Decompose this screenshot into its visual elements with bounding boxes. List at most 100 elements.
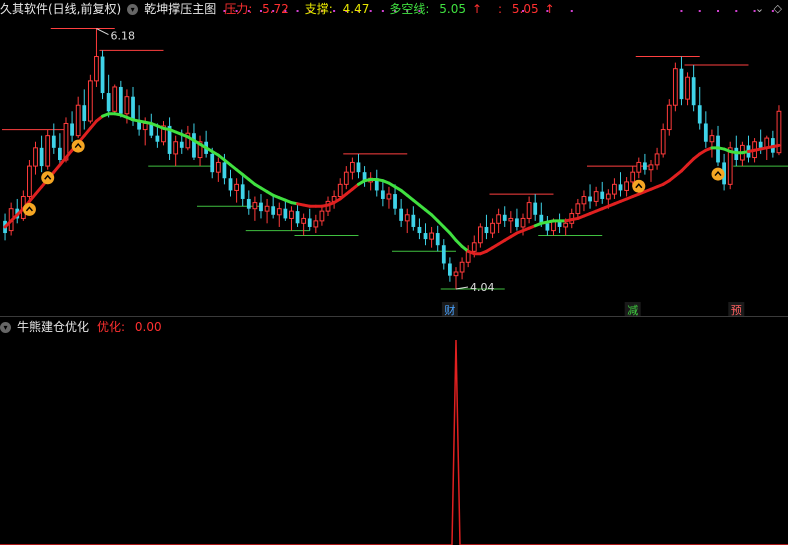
candle-body xyxy=(222,162,227,179)
candle-body xyxy=(691,77,696,106)
chevron-down-icon[interactable]: ▾ xyxy=(0,321,11,333)
diamond-icon[interactable]: ◇ xyxy=(774,2,782,15)
candle-body xyxy=(685,76,690,100)
event-marker: 财 xyxy=(444,303,455,317)
optimize-spike-line xyxy=(0,339,788,545)
candle-body xyxy=(106,93,111,112)
candle-body xyxy=(648,164,654,171)
candle-body xyxy=(630,171,636,183)
candle-body xyxy=(490,222,495,234)
candle-body xyxy=(502,214,507,221)
extra-arrow: ↑ xyxy=(544,2,555,16)
extra-label: : 5.05 ↑ xyxy=(498,0,561,18)
candle-body xyxy=(600,191,605,199)
candle-body xyxy=(477,226,483,244)
candle-body xyxy=(75,104,81,137)
signal-dot xyxy=(735,10,738,12)
candle-body xyxy=(142,122,148,131)
candle-body xyxy=(399,208,404,221)
candle-body xyxy=(417,226,422,234)
longshort-label-text: 多空线: xyxy=(389,2,430,16)
pressure-label: 压力: 5.72 xyxy=(224,0,295,18)
candle-body xyxy=(605,193,611,200)
longshort-label: 多空线: 5.05 ↑ xyxy=(389,0,488,18)
candle-body xyxy=(82,105,87,122)
candle-body xyxy=(758,141,763,148)
sub-indicator-name[interactable]: 牛熊建仓优化 xyxy=(17,318,89,336)
candle-body xyxy=(283,208,288,219)
high-label: 6.18 xyxy=(110,30,135,43)
chevron-down-icon[interactable]: ▾ xyxy=(127,3,139,15)
support-label-text: 支撑: xyxy=(304,2,333,16)
buy-signal-icon xyxy=(71,139,85,153)
candle-body xyxy=(545,223,550,231)
longshort-value: 5.05 xyxy=(439,2,466,16)
indicator-name[interactable]: 乾坤撑压主图 xyxy=(144,0,216,18)
candle-body xyxy=(380,190,385,199)
candle-body xyxy=(173,141,179,155)
candle-body xyxy=(319,210,325,222)
candle-body xyxy=(131,96,135,122)
candle-body xyxy=(666,104,672,131)
candle-body xyxy=(192,133,196,158)
app-title[interactable]: 久其软件(日线,前复权) xyxy=(0,0,121,18)
candle-body xyxy=(33,147,38,167)
candle-body xyxy=(259,202,263,212)
candle-body xyxy=(520,217,526,228)
candle-body xyxy=(179,141,184,148)
candle-body xyxy=(155,135,160,142)
low-label: 4.04 xyxy=(470,281,495,294)
candle-body xyxy=(271,206,276,215)
candle-body xyxy=(654,153,660,166)
candle-body xyxy=(51,135,56,148)
extra-value: 5.05 xyxy=(511,2,539,16)
sub-value-label-text: 优化: xyxy=(97,320,126,334)
candle-body xyxy=(471,242,477,252)
candle-body xyxy=(58,147,62,160)
candle-body xyxy=(343,171,349,185)
signal-dot xyxy=(570,10,573,12)
candle-body xyxy=(350,161,355,173)
candle-body xyxy=(660,129,666,155)
candle-body xyxy=(70,123,74,136)
buy-signal-icon xyxy=(22,202,36,216)
candle-body xyxy=(575,203,581,215)
candle-body xyxy=(441,245,446,264)
candle-body xyxy=(27,165,32,198)
candle-body xyxy=(672,68,678,106)
candle-body xyxy=(215,161,221,173)
candle-body xyxy=(679,68,684,100)
candle-body xyxy=(624,181,629,191)
pressure-label-text: 压力: xyxy=(224,2,253,16)
candle-body xyxy=(337,183,343,198)
candle-body xyxy=(618,184,623,191)
buy-signal-icon xyxy=(632,179,646,193)
candle-body xyxy=(276,208,282,216)
candle-body xyxy=(386,193,392,200)
candle-body xyxy=(246,198,251,209)
candle-body xyxy=(118,86,123,114)
candle-body xyxy=(727,147,733,185)
candle-body xyxy=(581,196,587,205)
candle-body xyxy=(295,211,300,224)
support-label: 支撑: 4.47 xyxy=(305,0,376,18)
candle-body xyxy=(94,56,99,82)
candle-body xyxy=(496,214,502,224)
signal-dot xyxy=(717,10,720,12)
candle-body xyxy=(526,202,532,219)
candle-body xyxy=(612,183,617,195)
candle-body xyxy=(636,161,642,173)
long-short-line xyxy=(771,143,781,149)
candle-body xyxy=(240,184,245,199)
candle-body xyxy=(643,162,647,170)
candle-body xyxy=(301,217,307,224)
chevron-down-icon[interactable]: ⌄ xyxy=(755,2,764,15)
candle-body xyxy=(393,194,397,209)
candle-body xyxy=(588,196,592,202)
candle-body xyxy=(252,202,258,210)
sub-value: 0.00 xyxy=(134,320,162,334)
candle-body xyxy=(411,214,416,227)
candle-body xyxy=(210,153,215,173)
candle-body xyxy=(313,220,319,228)
candle-body xyxy=(435,233,440,246)
